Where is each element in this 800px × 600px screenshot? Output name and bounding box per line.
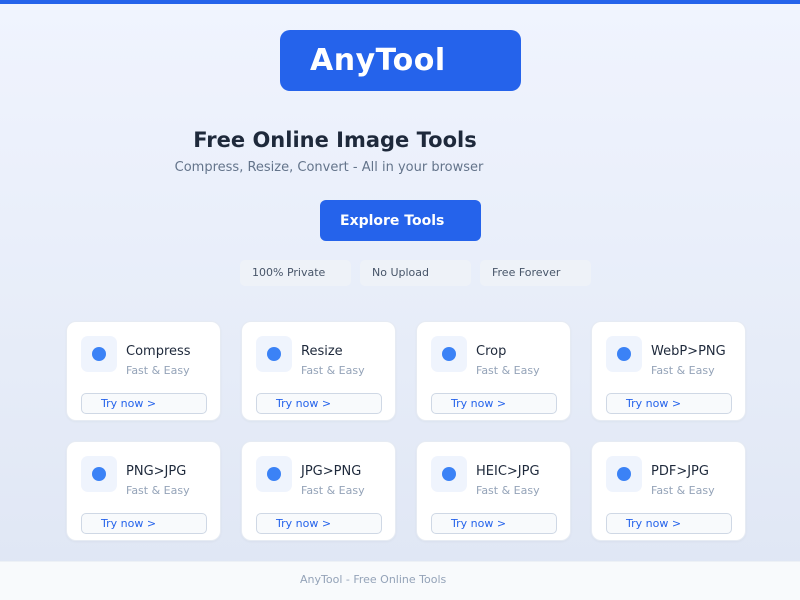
dot-icon <box>442 467 456 481</box>
dot-icon <box>617 347 631 361</box>
tool-icon <box>606 336 642 372</box>
dot-icon <box>267 347 281 361</box>
tool-icon <box>81 456 117 492</box>
tool-card-title: JPG>PNG <box>301 464 362 479</box>
try-now-button[interactable]: Try now > <box>431 513 557 534</box>
tool-card-subtitle: Fast & Easy <box>126 364 190 377</box>
tool-icon <box>606 456 642 492</box>
tool-card-jpg-png[interactable]: JPG>PNG Fast & Easy Try now > <box>241 441 396 541</box>
tool-card-subtitle: Fast & Easy <box>476 364 540 377</box>
dot-icon <box>92 467 106 481</box>
try-now-button[interactable]: Try now > <box>81 513 207 534</box>
tool-card-subtitle: Fast & Easy <box>126 484 190 497</box>
tool-card-png-jpg[interactable]: PNG>JPG Fast & Easy Try now > <box>66 441 221 541</box>
try-now-button[interactable]: Try now > <box>431 393 557 414</box>
tool-card-title: Crop <box>476 344 507 359</box>
dot-icon <box>267 467 281 481</box>
tool-card-title: WebP>PNG <box>651 344 726 359</box>
tool-card-title: PNG>JPG <box>126 464 187 479</box>
badge-free-forever: Free Forever <box>480 260 591 286</box>
try-now-button[interactable]: Try now > <box>606 393 732 414</box>
tool-icon <box>81 336 117 372</box>
tool-icon <box>256 336 292 372</box>
try-now-button[interactable]: Try now > <box>256 393 382 414</box>
dot-icon <box>617 467 631 481</box>
try-now-button[interactable]: Try now > <box>256 513 382 534</box>
tool-card-subtitle: Fast & Easy <box>301 364 365 377</box>
try-now-button[interactable]: Try now > <box>606 513 732 534</box>
try-now-button[interactable]: Try now > <box>81 393 207 414</box>
tool-card-subtitle: Fast & Easy <box>301 484 365 497</box>
tool-icon <box>431 336 467 372</box>
footer-text: AnyTool - Free Online Tools <box>0 561 800 600</box>
dot-icon <box>442 347 456 361</box>
tool-card-subtitle: Fast & Easy <box>476 484 540 497</box>
tool-icon <box>431 456 467 492</box>
top-accent-bar <box>0 0 800 4</box>
page-subtitle: Compress, Resize, Convert - All in your … <box>174 160 484 175</box>
tool-card-crop[interactable]: Crop Fast & Easy Try now > <box>416 321 571 421</box>
tool-card-title: Compress <box>126 344 191 359</box>
tool-card-resize[interactable]: Resize Fast & Easy Try now > <box>241 321 396 421</box>
tool-card-heic-jpg[interactable]: HEIC>JPG Fast & Easy Try now > <box>416 441 571 541</box>
tool-card-subtitle: Fast & Easy <box>651 484 715 497</box>
badge-private: 100% Private <box>240 260 351 286</box>
dot-icon <box>92 347 106 361</box>
tool-card-title: HEIC>JPG <box>476 464 540 479</box>
tool-icon <box>256 456 292 492</box>
tool-card-title: Resize <box>301 344 343 359</box>
explore-tools-button[interactable]: Explore Tools <box>320 200 481 241</box>
badge-no-upload: No Upload <box>360 260 471 286</box>
tool-card-compress[interactable]: Compress Fast & Easy Try now > <box>66 321 221 421</box>
page-title: Free Online Image Tools <box>193 128 477 152</box>
tool-card-title: PDF>JPG <box>651 464 709 479</box>
tool-card-webp-png[interactable]: WebP>PNG Fast & Easy Try now > <box>591 321 746 421</box>
tool-card-pdf-jpg[interactable]: PDF>JPG Fast & Easy Try now > <box>591 441 746 541</box>
tool-card-subtitle: Fast & Easy <box>651 364 715 377</box>
logo[interactable]: AnyTool <box>280 30 521 91</box>
